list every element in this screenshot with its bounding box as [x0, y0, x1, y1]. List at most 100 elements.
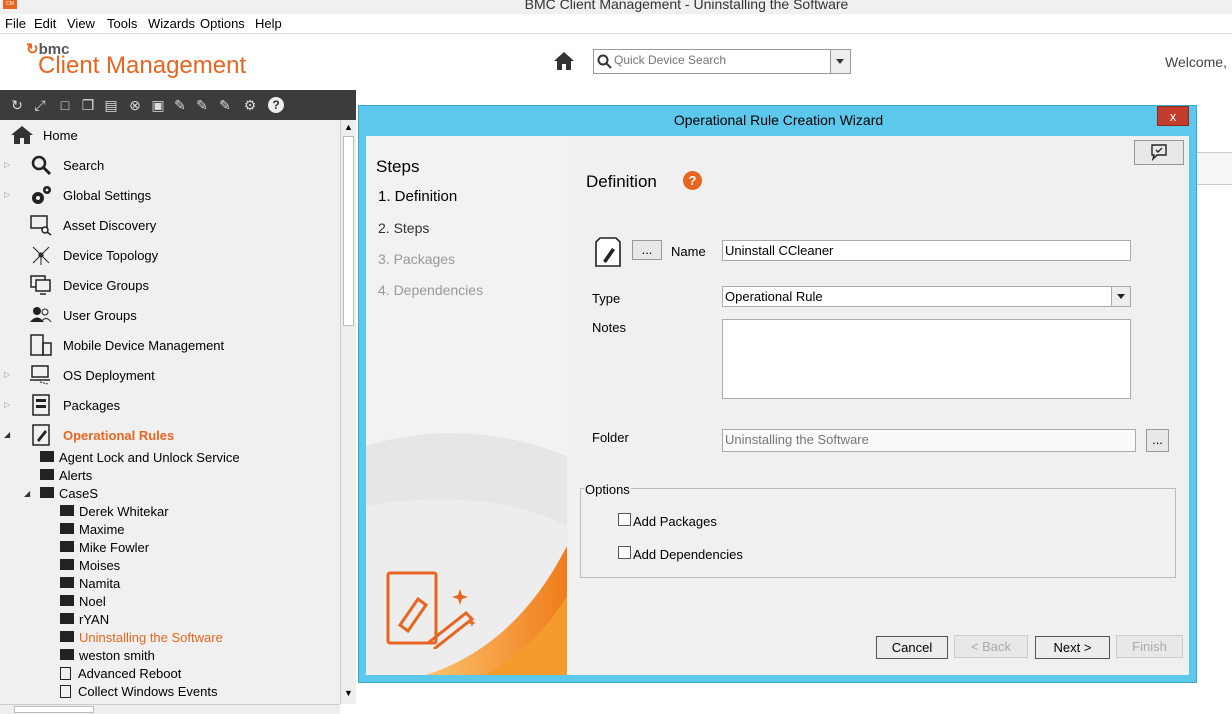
tree-folder[interactable]: Maxime [60, 522, 125, 540]
scrollbar-thumb[interactable] [14, 706, 94, 713]
tree-folder[interactable]: Derek Whitekar [60, 504, 169, 522]
expander-icon[interactable]: ▷ [4, 400, 10, 409]
paste-icon[interactable]: ▤ [103, 97, 119, 113]
nav-item-label: OS Deployment [63, 368, 155, 383]
type-label: Type [592, 291, 621, 306]
nav-item-label: Packages [63, 398, 121, 413]
nav-item-label: Global Settings [63, 188, 152, 203]
step-steps[interactable]: 2. Steps [378, 220, 429, 236]
tree-folder[interactable]: weston smith [60, 648, 155, 666]
step-definition[interactable]: 1. Definition [378, 188, 457, 205]
logo-product: Client Management [38, 52, 247, 79]
tree-label: Advanced Reboot [78, 666, 182, 681]
definition-panel [567, 136, 1189, 675]
nav-item-global-settings[interactable]: Global Settings [0, 180, 340, 210]
tree-folder[interactable]: Alerts [40, 468, 92, 486]
tree-label: Moises [79, 558, 121, 573]
refresh-icon[interactable]: ↻ [9, 97, 25, 113]
add-dependencies-checkbox[interactable] [618, 546, 631, 559]
tree-folder[interactable]: Mike Fowler [60, 540, 149, 558]
quick-device-search[interactable] [593, 49, 851, 74]
scroll-up-icon[interactable]: ▲ [344, 122, 353, 132]
home-icon [554, 52, 574, 70]
chevron-down-icon [1117, 294, 1125, 299]
nav-item-device-groups[interactable]: Device Groups [0, 270, 340, 300]
tree-label: CaseS [59, 486, 99, 501]
browse-icon-button[interactable]: ... [632, 240, 662, 260]
nav-item-home[interactable]: Home [0, 120, 340, 150]
comment-button[interactable] [1134, 140, 1184, 165]
search-input[interactable] [614, 53, 824, 67]
help-icon[interactable]: ? [268, 97, 284, 113]
menu-options[interactable]: Options [200, 16, 245, 31]
tree-folder[interactable]: Agent Lock and Unlock Service [40, 450, 240, 468]
tree-label: Noel [79, 594, 106, 609]
nav-item-device-topology[interactable]: Device Topology [0, 240, 340, 270]
new-document-icon[interactable]: □ [57, 97, 73, 113]
nav-item-os-deployment[interactable]: OS Deployment [0, 360, 340, 390]
folder-browse-button[interactable]: ... [1146, 429, 1169, 452]
delete-icon[interactable]: ⊗ [127, 97, 143, 113]
type-dropdown-button[interactable] [1111, 287, 1130, 306]
nav-item-user-groups[interactable]: User Groups [0, 300, 340, 330]
collapse-icon[interactable]: ◢ [4, 430, 10, 439]
edit-rule-icon[interactable]: ✎ [194, 97, 210, 113]
tree-folder[interactable]: CaseS [40, 486, 98, 504]
collapse-icon[interactable]: ◢ [24, 489, 30, 498]
home-button[interactable] [552, 50, 576, 72]
menu-view[interactable]: View [67, 16, 95, 31]
expander-icon[interactable]: ▷ [4, 370, 10, 379]
menu-edit[interactable]: Edit [34, 16, 56, 31]
menu-help[interactable]: Help [255, 16, 282, 31]
tree-rule[interactable]: Collect Windows Events [60, 684, 217, 702]
name-label: Name [671, 244, 706, 259]
help-icon[interactable]: ? [683, 171, 702, 190]
tree-folder[interactable]: Noel [60, 594, 106, 612]
scrollbar-thumb[interactable] [343, 136, 354, 326]
nav-item-asset-discovery[interactable]: Asset Discovery [0, 210, 340, 240]
expand-icon[interactable]: ⤢ [32, 97, 48, 113]
search-dropdown-button[interactable] [830, 50, 850, 73]
wizard-rule-icon[interactable]: ✎ [217, 97, 233, 113]
background-panel [1197, 152, 1232, 185]
scroll-down-icon[interactable]: ▼ [344, 688, 353, 698]
folder-icon [60, 595, 74, 606]
cancel-button[interactable]: Cancel [876, 636, 948, 659]
nav-item-mobile-device-management[interactable]: Mobile Device Management [0, 330, 340, 360]
nav-horizontal-scrollbar[interactable] [0, 704, 340, 714]
close-button[interactable]: x [1157, 106, 1189, 126]
rule-icon [60, 667, 71, 680]
folder-icon [60, 505, 74, 516]
tree-rule[interactable]: Advanced Reboot [60, 666, 181, 684]
nav-item-search[interactable]: Search [0, 150, 340, 180]
menu-wizards[interactable]: Wizards [148, 16, 195, 31]
tree-folder[interactable]: rYAN [60, 612, 109, 630]
next-button[interactable]: Next > [1035, 636, 1110, 659]
menu-bar: File Edit View Tools Wizards Options Hel… [0, 14, 1232, 34]
dialog-title: Operational Rule Creation Wizard [673, 112, 884, 128]
add-packages-checkbox[interactable] [618, 513, 631, 526]
folder-label: Folder [592, 430, 629, 445]
nav-item-label: Search [63, 158, 105, 173]
name-input[interactable]: Uninstall CCleaner [722, 240, 1131, 261]
gear-icon[interactable]: ⚙ [242, 97, 258, 113]
tree-folder[interactable]: Moises [60, 558, 120, 576]
folder-icon [60, 523, 74, 534]
folder-icon [60, 613, 74, 624]
menu-tools[interactable]: Tools [107, 16, 137, 31]
menu-file[interactable]: File [5, 16, 26, 31]
expander-icon[interactable]: ▷ [4, 160, 10, 169]
nav-item-operational-rules[interactable]: Operational Rules [0, 420, 340, 450]
notes-textarea[interactable] [722, 319, 1131, 399]
new-folder-icon[interactable]: ▣ [150, 97, 166, 113]
tree-label: weston smith [79, 648, 155, 663]
nav-item-packages[interactable]: Packages [0, 390, 340, 420]
nav-item-label: Mobile Device Management [63, 338, 225, 353]
nav-vertical-scrollbar[interactable]: ▲ ▼ [340, 120, 356, 704]
new-rule-icon[interactable]: ✎ [172, 97, 188, 113]
copy-icon[interactable]: ❐ [80, 97, 96, 113]
expander-icon[interactable]: ▷ [4, 190, 10, 199]
type-select[interactable]: Operational Rule [722, 286, 1131, 307]
tree-folder-selected[interactable]: Uninstalling the Software [60, 630, 223, 648]
tree-folder[interactable]: Namita [60, 576, 120, 594]
